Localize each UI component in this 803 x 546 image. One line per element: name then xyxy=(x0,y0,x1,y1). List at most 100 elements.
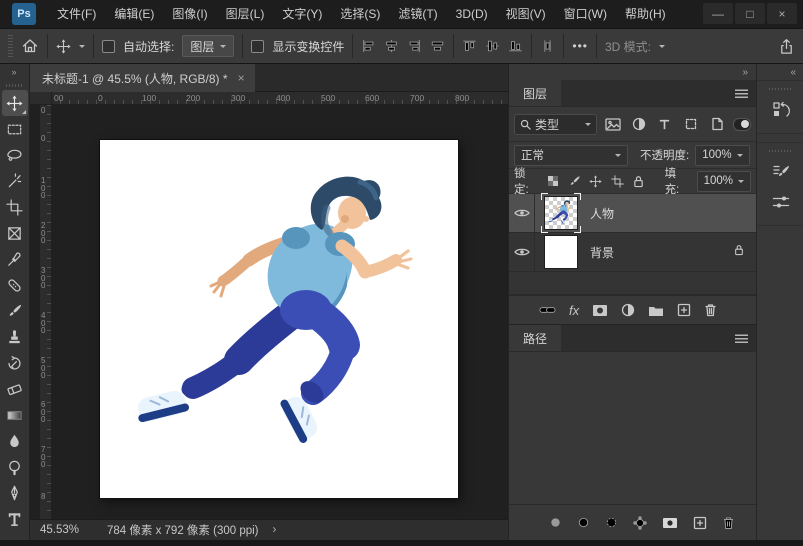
chevron-down-icon[interactable] xyxy=(659,45,665,51)
filter-type-layers-icon[interactable] xyxy=(654,114,675,134)
panel-collapse-icon[interactable]: » xyxy=(742,67,748,78)
move-tool-icon[interactable] xyxy=(56,38,71,54)
document-close-icon[interactable]: × xyxy=(238,71,245,85)
align-center-h-icon[interactable] xyxy=(384,39,399,53)
layer-thumbnail[interactable] xyxy=(544,235,578,269)
adjustment-layer-icon[interactable] xyxy=(621,303,635,317)
lock-artboard-icon[interactable] xyxy=(610,174,624,189)
tool-move[interactable] xyxy=(1,90,28,116)
tool-spot-healing-brush[interactable] xyxy=(2,272,28,298)
align-bottom-icon[interactable] xyxy=(508,39,523,53)
filter-adjustment-layers-icon[interactable] xyxy=(628,114,649,134)
tool-lasso[interactable] xyxy=(2,142,28,168)
tool-brush[interactable] xyxy=(2,298,28,324)
align-top-icon[interactable] xyxy=(462,39,477,53)
zoom-level-field[interactable]: 45.53% xyxy=(30,524,89,536)
tool-type[interactable] xyxy=(2,506,28,532)
auto-select-checkbox[interactable] xyxy=(102,39,115,53)
menu-item-type[interactable]: 文字(Y) xyxy=(273,0,331,28)
document-info[interactable]: 784 像素 x 792 像素 (300 ppi) xyxy=(107,522,259,538)
tool-magic-wand[interactable] xyxy=(2,168,28,194)
menu-item-image[interactable]: 图像(I) xyxy=(163,0,216,28)
new-group-icon[interactable] xyxy=(648,304,664,317)
tool-dodge[interactable] xyxy=(2,454,28,480)
show-transform-checkbox[interactable] xyxy=(251,39,265,53)
fill-field[interactable]: 100% xyxy=(696,170,751,192)
tool-pen[interactable] xyxy=(2,480,28,506)
auto-select-target-dropdown[interactable]: 图层 xyxy=(182,35,235,57)
chevron-down-icon[interactable] xyxy=(79,45,85,51)
menu-item-view[interactable]: 视图(V) xyxy=(497,0,555,28)
distribute-h-icon[interactable] xyxy=(430,39,445,53)
canvas[interactable] xyxy=(100,140,458,498)
brushes-panel-icon[interactable] xyxy=(757,187,803,217)
layer-style-button[interactable]: fx xyxy=(569,303,579,318)
dock-collapse-icon[interactable]: « xyxy=(790,67,796,78)
vertical-ruler[interactable]: 00 0 100 200 300 400 500 600 700 8 xyxy=(40,105,52,519)
tool-blur[interactable] xyxy=(2,428,28,454)
tool-history-brush[interactable] xyxy=(2,350,28,376)
tool-rectangular-marquee[interactable] xyxy=(2,116,28,142)
stroke-path-icon[interactable] xyxy=(577,516,590,529)
tool-gradient[interactable] xyxy=(2,402,28,428)
lock-all-icon[interactable] xyxy=(631,174,645,189)
horizontal-ruler[interactable]: 00 0 100 200 300 400 500 600 700 800 xyxy=(52,92,508,105)
lock-image-pixels-icon[interactable] xyxy=(567,174,581,189)
menu-item-help[interactable]: 帮助(H) xyxy=(616,0,675,28)
delete-path-icon[interactable] xyxy=(722,516,735,530)
tools-collapse-icon[interactable]: » xyxy=(0,64,29,80)
tab-layers[interactable]: 图层 xyxy=(509,80,562,106)
filter-smart-objects-icon[interactable] xyxy=(707,114,728,134)
menu-item-file[interactable]: 文件(F) xyxy=(48,0,105,28)
menu-item-layer[interactable]: 图层(L) xyxy=(217,0,274,28)
delete-layer-icon[interactable] xyxy=(704,303,717,317)
tool-crop[interactable] xyxy=(2,194,28,220)
visibility-toggle[interactable] xyxy=(509,233,535,271)
home-icon[interactable] xyxy=(21,38,39,54)
menu-item-edit[interactable]: 编辑(E) xyxy=(105,0,163,28)
distribute-v-icon[interactable] xyxy=(540,39,555,53)
menu-item-filter[interactable]: 滤镜(T) xyxy=(389,0,446,28)
path-as-selection-icon[interactable] xyxy=(605,516,618,529)
new-path-icon[interactable] xyxy=(693,516,707,530)
align-middle-icon[interactable] xyxy=(485,39,500,53)
align-right-icon[interactable] xyxy=(407,39,422,53)
menu-item-window[interactable]: 窗口(W) xyxy=(555,0,616,28)
align-left-icon[interactable] xyxy=(361,39,376,53)
layer-filter-dropdown[interactable]: 类型 xyxy=(514,113,598,135)
blend-mode-dropdown[interactable]: 正常 xyxy=(514,144,628,166)
link-layers-icon[interactable] xyxy=(539,304,556,316)
tool-frame[interactable] xyxy=(2,220,28,246)
status-chevron-icon[interactable]: › xyxy=(273,524,277,536)
filter-pixel-layers-icon[interactable] xyxy=(602,114,623,134)
visibility-toggle[interactable] xyxy=(509,194,535,232)
layer-row-figure[interactable]: 人物 xyxy=(509,193,756,233)
layer-thumbnail[interactable] xyxy=(544,196,578,230)
share-icon[interactable] xyxy=(778,38,795,55)
add-layer-mask-icon[interactable] xyxy=(592,304,608,317)
selection-as-path-icon[interactable] xyxy=(633,515,647,530)
fill-path-icon[interactable] xyxy=(549,516,562,529)
menu-item-select[interactable]: 选择(S) xyxy=(331,0,389,28)
filter-shape-layers-icon[interactable] xyxy=(680,114,701,134)
minimize-button[interactable]: — xyxy=(703,3,733,24)
document-tab[interactable]: 未标题-1 @ 45.5% (人物, RGB/8) * × xyxy=(30,64,255,92)
paths-list-empty[interactable] xyxy=(509,352,756,504)
menu-item-3d[interactable]: 3D(D) xyxy=(447,0,497,28)
lock-position-icon[interactable] xyxy=(589,174,603,189)
mask-from-path-icon[interactable] xyxy=(662,517,678,529)
lock-transparent-pixels-icon[interactable] xyxy=(546,174,560,189)
panel-menu-icon[interactable] xyxy=(735,88,748,98)
opacity-field[interactable]: 100% xyxy=(695,144,750,166)
tool-eyedropper[interactable] xyxy=(2,246,28,272)
tool-eraser[interactable] xyxy=(2,376,28,402)
brush-settings-panel-icon[interactable] xyxy=(757,157,803,187)
panel-menu-icon[interactable] xyxy=(735,333,748,343)
maximize-button[interactable]: □ xyxy=(735,3,765,24)
filter-toggle-switch[interactable] xyxy=(732,117,752,131)
new-layer-icon[interactable] xyxy=(677,303,691,317)
history-panel-icon[interactable] xyxy=(757,95,803,125)
more-options-button[interactable]: ••• xyxy=(572,39,588,53)
tab-paths[interactable]: 路径 xyxy=(509,325,562,351)
tool-clone-stamp[interactable] xyxy=(2,324,28,350)
